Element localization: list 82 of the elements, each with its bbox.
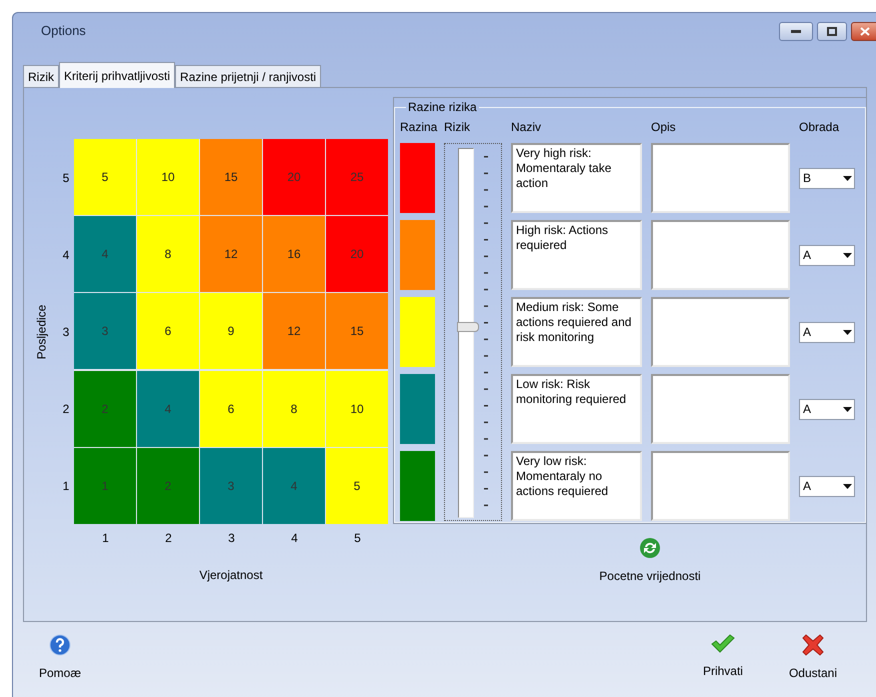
matrix-cell: 16 bbox=[263, 216, 325, 292]
window-title: Options bbox=[41, 22, 86, 40]
caret-icon bbox=[843, 252, 852, 258]
treatment-dropdown[interactable]: A bbox=[799, 398, 855, 420]
name-field[interactable]: High risk: Actions requiered bbox=[511, 220, 642, 290]
checkmark-icon bbox=[710, 634, 735, 654]
description-field[interactable] bbox=[651, 143, 790, 213]
slider-thumb[interactable] bbox=[457, 322, 479, 332]
matrix-cell: 4 bbox=[263, 448, 325, 524]
column-label: 5 bbox=[354, 530, 361, 547]
matrix-cell: 9 bbox=[200, 293, 262, 370]
caret-icon bbox=[843, 406, 852, 412]
column-header: Opis bbox=[651, 119, 677, 136]
treatment-dropdown[interactable]: A bbox=[799, 322, 855, 342]
row-label: 4 bbox=[62, 246, 70, 264]
minimize-button[interactable] bbox=[779, 22, 813, 40]
treatment-dropdown[interactable]: A bbox=[799, 476, 855, 496]
reset-button[interactable]: Pocetne vrijednosti bbox=[599, 537, 701, 585]
matrix-cell: 4 bbox=[74, 216, 136, 292]
matrix-cell: 3 bbox=[200, 448, 262, 524]
matrix-cell: 6 bbox=[137, 293, 199, 370]
name-field[interactable]: Very low risk: Momentaraly no actions requiered bbox=[511, 451, 642, 521]
row-label: 1 bbox=[62, 478, 70, 494]
tab[interactable]: Rizik bbox=[23, 65, 59, 87]
refresh-icon bbox=[638, 537, 661, 559]
cross-icon bbox=[802, 634, 824, 656]
vertical-slider[interactable] bbox=[444, 143, 502, 521]
row-label: 3 bbox=[62, 324, 70, 340]
matrix-cell: 5 bbox=[74, 139, 136, 215]
column-label: 2 bbox=[165, 530, 172, 547]
column-header: Rizik bbox=[444, 119, 471, 136]
matrix-cell: 8 bbox=[263, 370, 325, 447]
matrix-cell: 25 bbox=[326, 139, 388, 215]
column-header: Razina bbox=[400, 119, 435, 136]
cancel-button[interactable]: Odustani bbox=[788, 634, 837, 682]
name-field[interactable]: Very high risk: Momentaraly take action bbox=[511, 143, 642, 213]
matrix-cell: 10 bbox=[326, 370, 388, 447]
row-label: 5 bbox=[62, 170, 70, 186]
treatment-dropdown[interactable]: B bbox=[799, 168, 855, 188]
matrix-cell: 12 bbox=[263, 293, 325, 370]
matrix-cell: 2 bbox=[74, 370, 136, 447]
help-button[interactable]: Pomoæ bbox=[39, 634, 82, 682]
group-title: Razine rizika bbox=[407, 99, 478, 116]
description-field[interactable] bbox=[651, 451, 790, 521]
name-field[interactable]: Low risk: Risk monitoring requiered bbox=[511, 374, 642, 444]
matrix-cell: 15 bbox=[200, 139, 262, 215]
column-label: 4 bbox=[291, 530, 298, 547]
matrix-cell: 15 bbox=[326, 293, 388, 370]
close-icon bbox=[860, 26, 870, 36]
caret-icon bbox=[843, 330, 852, 334]
column-header: Naziv bbox=[511, 119, 542, 136]
axis-label: Vjerojatnost bbox=[199, 567, 263, 584]
maximize-icon bbox=[827, 26, 837, 36]
treatment-dropdown[interactable]: A bbox=[799, 244, 855, 266]
column-label: 3 bbox=[228, 530, 235, 547]
matrix-cell: 12 bbox=[200, 216, 262, 292]
matrix-cell: 3 bbox=[74, 293, 136, 370]
description-field[interactable] bbox=[651, 374, 790, 444]
row-label: 2 bbox=[62, 400, 70, 418]
matrix-cell: 20 bbox=[326, 216, 388, 292]
tab[interactable]: Razine prijetnji / ranjivosti bbox=[175, 65, 322, 87]
matrix-cell: 6 bbox=[200, 370, 262, 447]
caret-icon bbox=[843, 176, 852, 180]
matrix-cell: 4 bbox=[137, 370, 199, 447]
description-field[interactable] bbox=[651, 297, 790, 367]
matrix-cell: 20 bbox=[263, 139, 325, 215]
name-field[interactable]: Medium risk: Some actions requiered and risk monitoring bbox=[511, 297, 642, 367]
tab[interactable]: Kriterij prihvatljivosti bbox=[59, 62, 176, 88]
column-label: 1 bbox=[102, 530, 109, 547]
axis-label: Posljedice bbox=[33, 304, 49, 359]
description-field[interactable] bbox=[651, 220, 790, 290]
maximize-button[interactable] bbox=[817, 22, 847, 40]
caret-icon bbox=[843, 484, 852, 488]
matrix-cell: 2 bbox=[137, 448, 199, 524]
matrix-cell: 10 bbox=[137, 139, 199, 215]
column-header: Obrada bbox=[799, 119, 840, 136]
matrix-cell: 5 bbox=[326, 448, 388, 524]
accept-button[interactable]: Prihvati bbox=[702, 634, 743, 680]
help-icon bbox=[49, 634, 72, 656]
minimize-icon bbox=[791, 29, 801, 33]
matrix-cell: 8 bbox=[137, 216, 199, 292]
matrix-cell: 1 bbox=[74, 448, 136, 524]
